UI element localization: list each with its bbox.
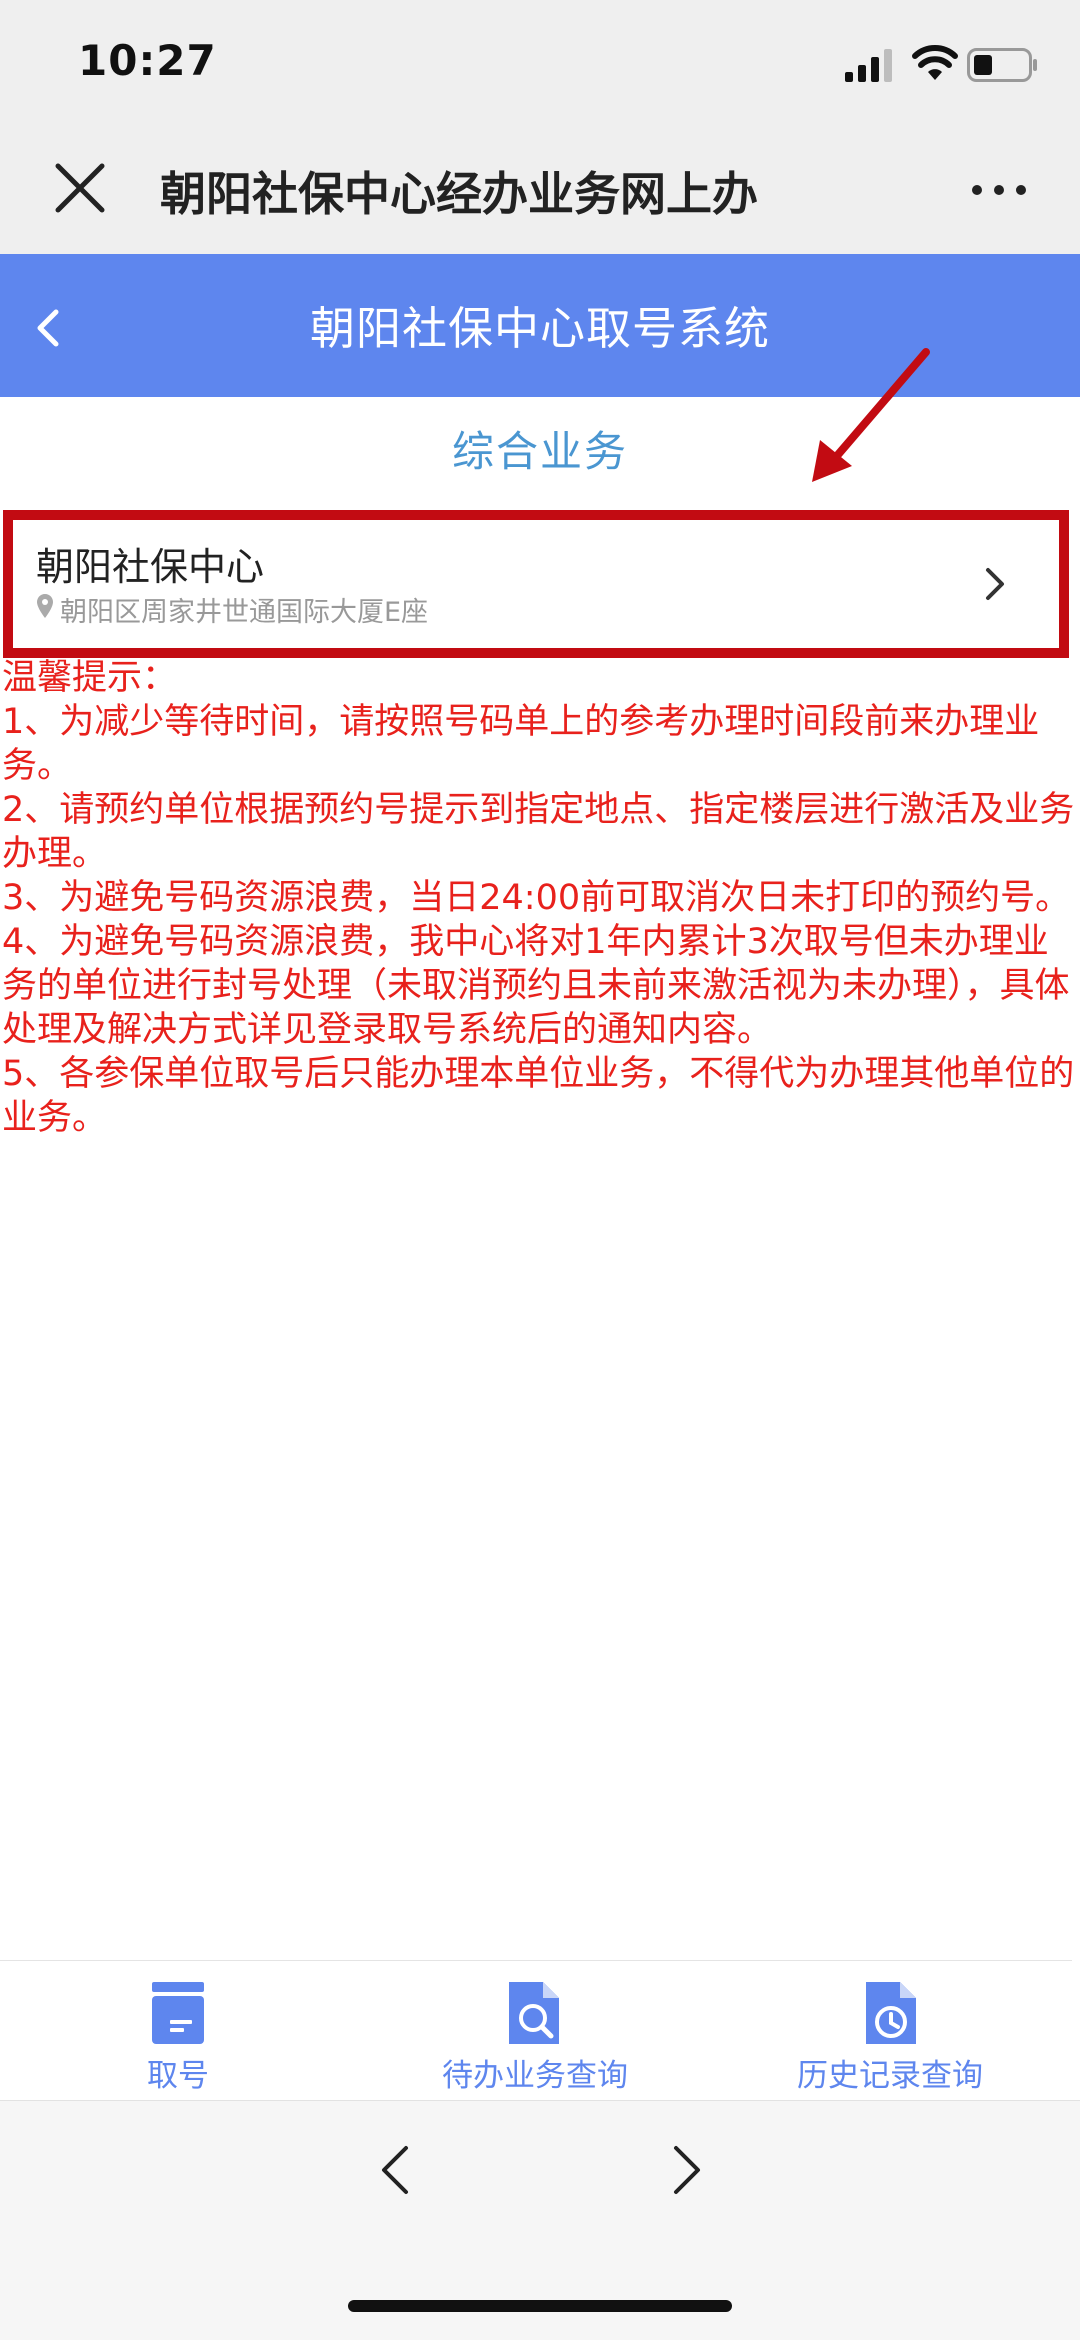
notice-text: 温馨提示： 1、为减少等待时间，请按照号码单上的参考办理时间段前来办理业务。 2… xyxy=(2,656,1076,1140)
location-name: 朝阳社保中心 xyxy=(36,545,265,589)
status-time: 10:27 xyxy=(78,36,217,85)
cellular-signal-icon xyxy=(845,49,892,82)
location-pin-icon xyxy=(37,594,53,618)
document-clock-icon[interactable] xyxy=(862,1980,918,2046)
browser-forward-icon[interactable] xyxy=(672,2144,702,2196)
notice-heading: 温馨提示： xyxy=(2,658,178,698)
notice-item: 4、为避免号码资源浪费，我中心将对1年内累计3次取号但未办理业务的单位进行封号处… xyxy=(2,922,1070,1050)
battery-icon xyxy=(967,48,1037,82)
wifi-icon xyxy=(912,45,958,80)
web-page-title: 朝阳社保中心经办业务网上办 xyxy=(160,167,758,221)
tab-pending-query[interactable]: 待办业务查询 xyxy=(400,2050,670,2095)
tab-history-query[interactable]: 历史记录查询 xyxy=(755,2050,1025,2095)
location-address: 朝阳区周家井世通国际大厦E座 xyxy=(60,597,429,628)
home-indicator[interactable] xyxy=(348,2300,732,2312)
notice-item: 1、为减少等待时间，请按照号码单上的参考办理时间段前来办理业务。 xyxy=(2,702,1040,786)
notice-item: 3、为避免号码资源浪费，当日24:00前可取消次日未打印的预约号。 xyxy=(2,878,1071,918)
notice-item: 2、请预约单位根据预约号提示到指定地点、指定楼层进行激活及业务办理。 xyxy=(2,790,1075,874)
tab-take-number[interactable]: 取号 xyxy=(78,2050,278,2095)
document-search-icon[interactable] xyxy=(505,1980,561,2046)
chevron-right-icon xyxy=(986,568,1004,600)
ticket-icon[interactable] xyxy=(150,1980,206,2046)
annotation-arrow-icon xyxy=(812,348,930,482)
more-options-icon[interactable] xyxy=(968,168,1030,212)
notice-item: 5、各参保单位取号后只能办理本单位业务，不得代为办理其他单位的业务。 xyxy=(2,1054,1075,1138)
close-icon[interactable] xyxy=(52,160,108,216)
browser-back-icon[interactable] xyxy=(380,2144,410,2196)
